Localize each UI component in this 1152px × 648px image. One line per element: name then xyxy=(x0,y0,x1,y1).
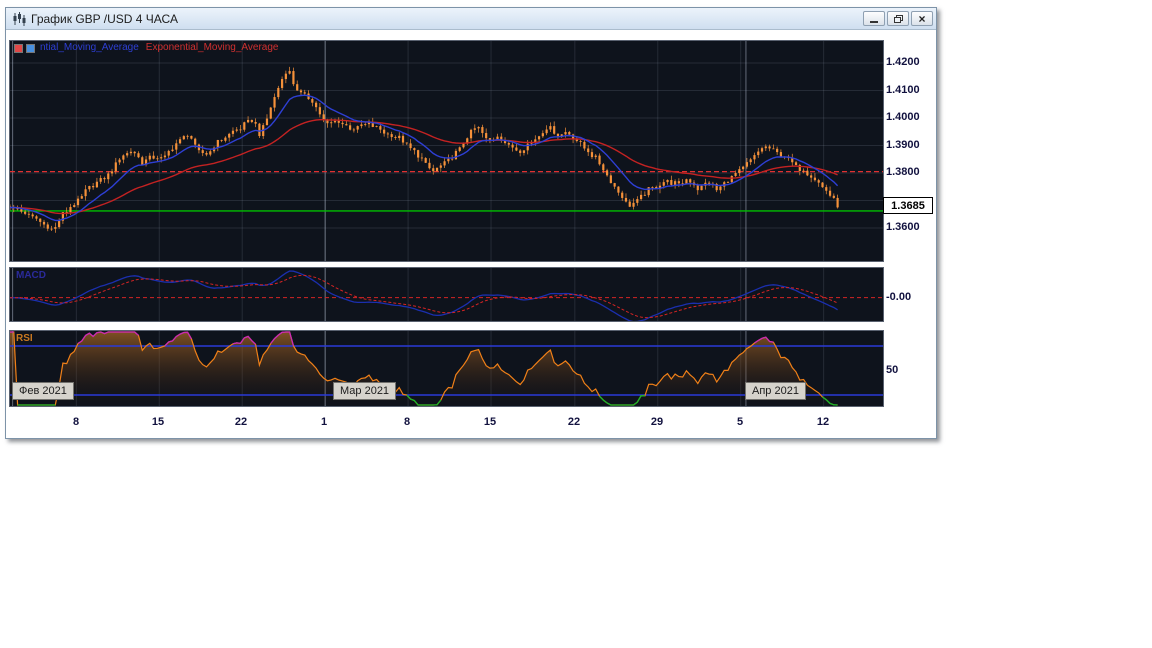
month-badge-mar: Мар 2021 xyxy=(333,382,397,400)
ema-red-label: Exponential_Moving_Average xyxy=(145,42,279,53)
macd-zero-label: -0.00 xyxy=(886,291,912,303)
x-axis-tick: 15 xyxy=(151,416,165,428)
rsi-mid-label: 50 xyxy=(886,364,899,376)
month-badge-feb: Фев 2021 xyxy=(12,382,74,400)
minimize-button[interactable] xyxy=(863,11,885,26)
price-axis-label: 1.3600 xyxy=(886,221,920,233)
restore-icon xyxy=(893,14,903,23)
x-axis-tick: 5 xyxy=(736,416,744,428)
macd-panel[interactable] xyxy=(9,267,884,322)
rsi-label: RSI xyxy=(16,333,33,344)
x-axis-tick: 8 xyxy=(403,416,411,428)
ema-blue-label: ntial_Moving_Average xyxy=(40,42,139,53)
price-axis-label: 1.3900 xyxy=(886,139,920,151)
chart-window: График GBP /USD 4 ЧАСА × ntial_Moving_Av… xyxy=(5,7,937,439)
restore-button[interactable] xyxy=(887,11,909,26)
chart-icon xyxy=(11,11,27,27)
close-icon: × xyxy=(918,11,926,26)
macd-label: MACD xyxy=(16,270,46,281)
indicator-legend: ntial_Moving_Average Exponential_Moving_… xyxy=(14,43,278,53)
price-panel[interactable] xyxy=(9,40,884,262)
x-axis-tick: 1 xyxy=(320,416,328,428)
x-axis-tick: 29 xyxy=(650,416,664,428)
x-axis-tick: 15 xyxy=(483,416,497,428)
chart-content: ntial_Moving_Average Exponential_Moving_… xyxy=(6,30,934,438)
titlebar[interactable]: График GBP /USD 4 ЧАСА × xyxy=(6,8,936,30)
x-axis-tick: 22 xyxy=(234,416,248,428)
price-axis-label: 1.4000 xyxy=(886,111,920,123)
price-axis-label: 1.4100 xyxy=(886,84,920,96)
indicator-button-blue[interactable] xyxy=(26,43,35,53)
indicator-button-red[interactable] xyxy=(14,43,23,53)
minimize-icon xyxy=(870,21,878,23)
month-badge-apr: Апр 2021 xyxy=(745,382,806,400)
x-axis-tick: 22 xyxy=(567,416,581,428)
x-axis-tick: 12 xyxy=(816,416,830,428)
window-title: График GBP /USD 4 ЧАСА xyxy=(31,11,178,26)
x-axis-tick: 8 xyxy=(72,416,80,428)
close-button[interactable]: × xyxy=(911,11,933,26)
price-axis-label: 1.4200 xyxy=(886,56,920,68)
current-price-badge: 1.3685 xyxy=(883,197,933,214)
price-axis-label: 1.3800 xyxy=(886,166,920,178)
